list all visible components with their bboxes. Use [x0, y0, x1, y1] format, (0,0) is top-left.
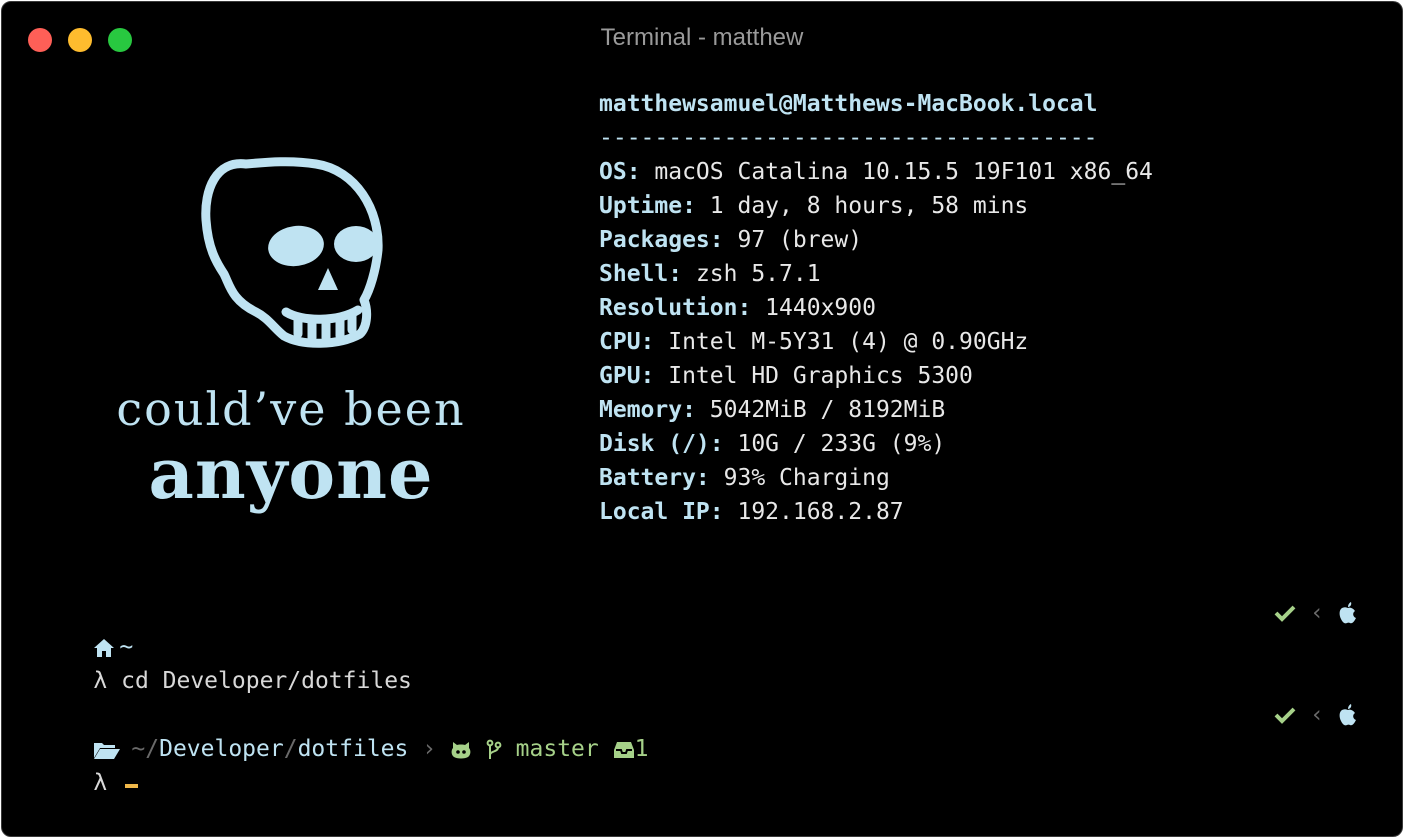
info-key: Packages:: [599, 227, 724, 253]
git-branch-name: master: [515, 736, 599, 762]
git-branch-icon: [486, 739, 502, 759]
hostname: matthewsamuel@Matthews-MacBook.local: [599, 91, 1098, 117]
info-value: Intel HD Graphics 5300: [654, 363, 973, 389]
command-text: cd Developer/dotfiles: [107, 668, 412, 694]
text-cursor: [125, 784, 139, 788]
info-key: Resolution:: [599, 295, 752, 321]
path-separator: /: [283, 736, 298, 762]
info-row-disk: Disk (/): 10G / 233G (9%): [599, 427, 1153, 461]
path-segment: Developer: [159, 736, 284, 762]
inbox-icon: [613, 741, 634, 758]
info-key: Local IP:: [599, 499, 724, 525]
info-row-battery: Battery: 93% Charging: [599, 461, 1153, 495]
chevron-left-icon: ‹: [1310, 702, 1324, 728]
status-indicators-2: ‹: [1274, 698, 1358, 732]
system-info: matthewsamuel@Matthews-MacBook.local ---…: [599, 87, 1153, 529]
apple-icon: [1339, 704, 1356, 726]
info-row-uptime: Uptime: 1 day, 8 hours, 58 mins: [599, 189, 1153, 223]
separator: ------------------------------------: [599, 125, 1098, 151]
info-row-gpu: GPU: Intel HD Graphics 5300: [599, 359, 1153, 393]
info-key: Disk (/):: [599, 431, 724, 457]
stash-count: 1: [634, 736, 649, 762]
chevron-right-icon: ›: [422, 736, 437, 762]
info-value: 10G / 233G (9%): [723, 431, 946, 457]
info-value: 5042MiB / 8192MiB: [695, 397, 946, 423]
info-key: Memory:: [599, 397, 696, 423]
title-bar: Terminal - matthew: [2, 2, 1402, 74]
prompt-lambda: λ: [93, 668, 108, 694]
info-key: CPU:: [599, 329, 655, 355]
check-icon: [1274, 707, 1296, 724]
info-value: 1 day, 8 hours, 58 mins: [695, 193, 1029, 219]
status-indicators-1: ‹: [1274, 596, 1358, 630]
info-value: macOS Catalina 10.15.5 19F101 x86_64: [640, 159, 1153, 185]
check-icon: [1274, 605, 1296, 622]
info-key: Shell:: [599, 261, 683, 287]
info-key: Battery:: [599, 465, 710, 491]
window-title: Terminal - matthew: [600, 24, 804, 51]
art-caption-line1: could’ve been: [116, 382, 466, 436]
info-value: Intel M-5Y31 (4) @ 0.90GHz: [654, 329, 1029, 355]
info-key: OS:: [599, 159, 641, 185]
info-value: 192.168.2.87: [723, 499, 904, 525]
terminal-window: Terminal - matthew could’ve been anyone …: [1, 1, 1403, 837]
info-row-resolution: Resolution: 1440x900: [599, 291, 1153, 325]
command-line-2[interactable]: λ: [38, 732, 139, 834]
skull-icon: [201, 157, 383, 348]
info-key: GPU:: [599, 363, 655, 389]
info-key: Uptime:: [599, 193, 696, 219]
path-segment: dotfiles: [297, 736, 409, 762]
art-caption-line2: anyone: [148, 432, 434, 515]
chevron-left-icon: ‹: [1310, 600, 1324, 626]
apple-icon: [1339, 602, 1356, 624]
info-row-shell: Shell: zsh 5.7.1: [599, 257, 1153, 291]
info-row-cpu: CPU: Intel M-5Y31 (4) @ 0.90GHz: [599, 325, 1153, 359]
info-row-memory: Memory: 5042MiB / 8192MiB: [599, 393, 1153, 427]
info-value: zsh 5.7.1: [682, 261, 821, 287]
info-value: 93% Charging: [709, 465, 890, 491]
prompt-lambda: λ: [93, 770, 108, 796]
github-icon: [451, 741, 471, 758]
info-value: 1440x900: [751, 295, 876, 321]
info-value: 97 (brew): [723, 227, 863, 253]
ascii-art: could’ve been anyone: [106, 150, 476, 530]
info-row-os: OS: macOS Catalina 10.15.5 19F101 x86_64: [599, 155, 1153, 189]
info-row-packages: Packages: 97 (brew): [599, 223, 1153, 257]
info-row-local-ip: Local IP: 192.168.2.87: [599, 495, 1153, 529]
